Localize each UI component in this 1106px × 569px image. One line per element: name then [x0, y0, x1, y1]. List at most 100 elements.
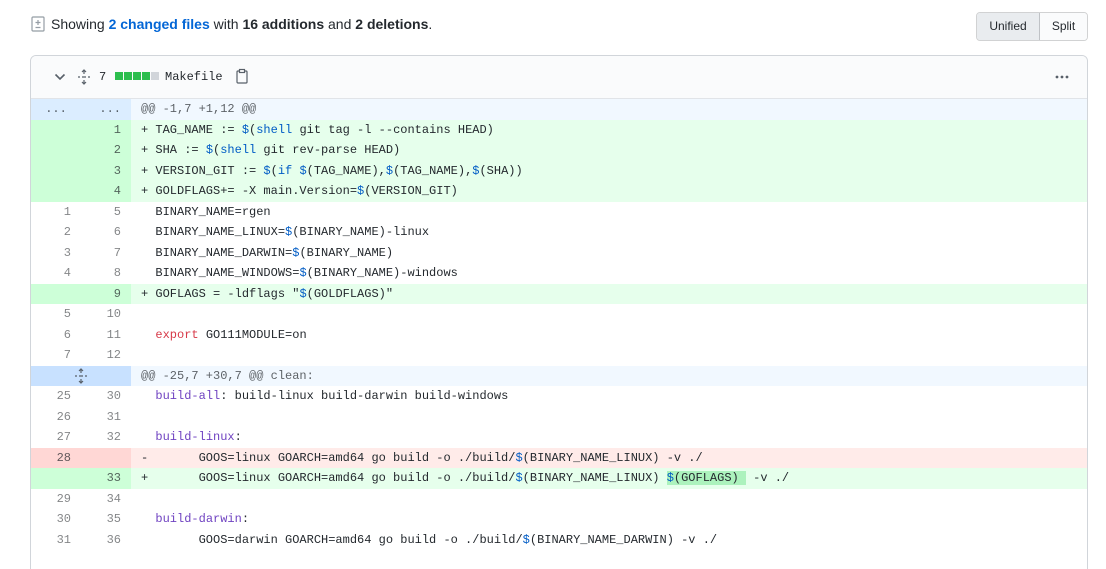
- new-line-number[interactable]: 35: [81, 509, 131, 530]
- new-line-number[interactable]: 10: [81, 304, 131, 325]
- diff-line-ctx: 26 31: [31, 407, 1087, 428]
- diffstat-added-block: [142, 72, 150, 80]
- code-line: GOOS=darwin GOARCH=amd64 go build -o ./b…: [141, 532, 718, 547]
- new-line-number[interactable]: 36: [81, 530, 131, 551]
- new-line-number[interactable]: 8: [81, 263, 131, 284]
- code-line: BINARY_NAME_WINDOWS=$(BINARY_NAME)-windo…: [141, 266, 458, 281]
- code-line: + GOOS=linux GOARCH=amd64 go build -o ./…: [131, 468, 1087, 489]
- new-line-number[interactable]: 34: [81, 489, 131, 510]
- code-line: BINARY_NAME=rgen: [141, 204, 271, 219]
- code-line: - GOOS=linux GOARCH=amd64 go build -o ./…: [131, 447, 1087, 468]
- hunk-expand-right[interactable]: ...: [81, 99, 131, 120]
- hunk-header-text: @@ -25,7 +30,7 @@ clean:: [131, 365, 1087, 386]
- diff-line-ctx: 5 10: [31, 304, 1087, 325]
- new-line-number[interactable]: 7: [81, 243, 131, 264]
- old-line-number[interactable]: 28: [31, 447, 81, 468]
- diff-line-ctx: 25 30 build-all: build-linux build-darwin…: [31, 386, 1087, 407]
- code-line: + GOLDFLAGS+= -X main.Version=$(VERSION_…: [131, 181, 1087, 202]
- diff-line-add: 33 + GOOS=linux GOARCH=amd64 go build -o …: [31, 468, 1087, 489]
- new-line-number[interactable]: 31: [81, 407, 131, 428]
- old-line-number[interactable]: 27: [31, 427, 81, 448]
- code-line: [131, 407, 1087, 428]
- new-line-number[interactable]: 9: [81, 283, 131, 304]
- deletions-count: 2 deletions: [355, 16, 429, 32]
- old-line-number[interactable]: [31, 283, 81, 304]
- file-change-count: 7: [99, 70, 107, 84]
- old-line-number[interactable]: 3: [31, 243, 81, 264]
- file-header: 7 Makefile: [31, 56, 1087, 99]
- diffstat-added-block: [115, 72, 123, 80]
- old-line-number[interactable]: 1: [31, 202, 81, 223]
- old-line-number[interactable]: 2: [31, 222, 81, 243]
- new-line-number[interactable]: 2: [81, 140, 131, 161]
- file-name[interactable]: Makefile: [165, 68, 223, 86]
- unified-view-button[interactable]: Unified: [977, 13, 1040, 40]
- new-line-number[interactable]: 33: [81, 468, 131, 489]
- diff-line-add: 2 + SHA := $(shell git rev-parse HEAD): [31, 140, 1087, 161]
- old-line-number[interactable]: 5: [31, 304, 81, 325]
- code-line: [131, 489, 1087, 510]
- code-line: build-linux:: [155, 430, 242, 445]
- summary-showing: Showing: [51, 16, 105, 32]
- new-line-number[interactable]: [81, 447, 131, 468]
- new-line-number[interactable]: 32: [81, 427, 131, 448]
- diff-line-ctx: 37 BINARY_NAME_DARWIN=$(BINARY_NAME): [31, 243, 1087, 264]
- diffstat-added-block: [124, 72, 132, 80]
- hunk-header-row: @@ -25,7 +30,7 @@ clean:: [31, 365, 1087, 386]
- diff-table: ...... @@ -1,7 +1,12 @@ 1 + TAG_NAME := $(s…: [31, 99, 1087, 550]
- diffstat-neutral-block: [151, 72, 159, 80]
- old-line-number[interactable]: 26: [31, 407, 81, 428]
- hunk-expand-left[interactable]: ...: [31, 99, 81, 120]
- diff-line-add: 1 + TAG_NAME := $(shell git tag -l --cont…: [31, 119, 1087, 140]
- old-line-number[interactable]: [31, 468, 81, 489]
- diff-line-ctx: 6 11 export GO111MODULE=on: [31, 325, 1087, 346]
- unfold-icon[interactable]: [77, 69, 91, 85]
- code-line: export GO111MODULE=on: [155, 327, 307, 342]
- diff-line-ctx: 48 BINARY_NAME_WINDOWS=$(BINARY_NAME)-wi…: [31, 263, 1087, 284]
- new-line-number[interactable]: 5: [81, 202, 131, 223]
- new-line-number[interactable]: 12: [81, 345, 131, 366]
- hunk-header-row: ...... @@ -1,7 +1,12 @@: [31, 99, 1087, 120]
- diff-line-ctx: 27 32 build-linux:: [31, 427, 1087, 448]
- file-diff-icon: [31, 16, 45, 32]
- old-line-number[interactable]: [31, 140, 81, 161]
- new-line-number[interactable]: 1: [81, 119, 131, 140]
- clipboard-icon[interactable]: [235, 68, 249, 84]
- code-line: BINARY_NAME_DARWIN=$(BINARY_NAME): [141, 245, 394, 260]
- hunk-header-text: @@ -1,7 +1,12 @@: [131, 99, 1087, 120]
- additions-count: 16 additions: [242, 16, 325, 32]
- chevron-down-icon[interactable]: [53, 70, 67, 84]
- new-line-number[interactable]: 6: [81, 222, 131, 243]
- old-line-number[interactable]: 31: [31, 530, 81, 551]
- diff-line-ctx: 31 36 GOOS=darwin GOARCH=amd64 go build -…: [31, 530, 1087, 551]
- expand-hunk-button[interactable]: [31, 365, 131, 386]
- old-line-number[interactable]: [31, 181, 81, 202]
- kebab-horizontal-icon[interactable]: [1054, 69, 1070, 85]
- new-line-number[interactable]: 30: [81, 386, 131, 407]
- new-line-number[interactable]: 11: [81, 325, 131, 346]
- code-line: + VERSION_GIT := $(if $(TAG_NAME),$(TAG_…: [131, 160, 1087, 181]
- file-diff: 7 Makefile ...... @@ -1,7 +1,12 @@ 1 + TAG_…: [30, 55, 1088, 569]
- new-line-number[interactable]: 4: [81, 181, 131, 202]
- old-line-number[interactable]: [31, 160, 81, 181]
- diff-view-toggle: Unified Split: [976, 12, 1088, 41]
- diffstat-added-block: [133, 72, 141, 80]
- code-line: + GOFLAGS = -ldflags "$(GOLDFLAGS)": [131, 283, 1087, 304]
- old-line-number[interactable]: 29: [31, 489, 81, 510]
- diff-line-ctx: 30 35 build-darwin:: [31, 509, 1087, 530]
- old-line-number[interactable]: [31, 119, 81, 140]
- old-line-number[interactable]: 4: [31, 263, 81, 284]
- new-line-number[interactable]: 3: [81, 160, 131, 181]
- old-line-number[interactable]: 7: [31, 345, 81, 366]
- code-line: + TAG_NAME := $(shell git tag -l --conta…: [131, 119, 1087, 140]
- code-line: [131, 304, 1087, 325]
- changed-files-link[interactable]: 2 changed files: [109, 16, 210, 32]
- diff-line-add: 3 + VERSION_GIT := $(if $(TAG_NAME),$(TAG…: [31, 160, 1087, 181]
- split-view-button[interactable]: Split: [1040, 13, 1087, 40]
- old-line-number[interactable]: 6: [31, 325, 81, 346]
- code-line: build-all: build-linux build-darwin buil…: [155, 389, 509, 404]
- diff-summary: Showing 2 changed files with 16 addition…: [31, 14, 432, 34]
- old-line-number[interactable]: 25: [31, 386, 81, 407]
- old-line-number[interactable]: 30: [31, 509, 81, 530]
- unfold-icon: [75, 367, 87, 384]
